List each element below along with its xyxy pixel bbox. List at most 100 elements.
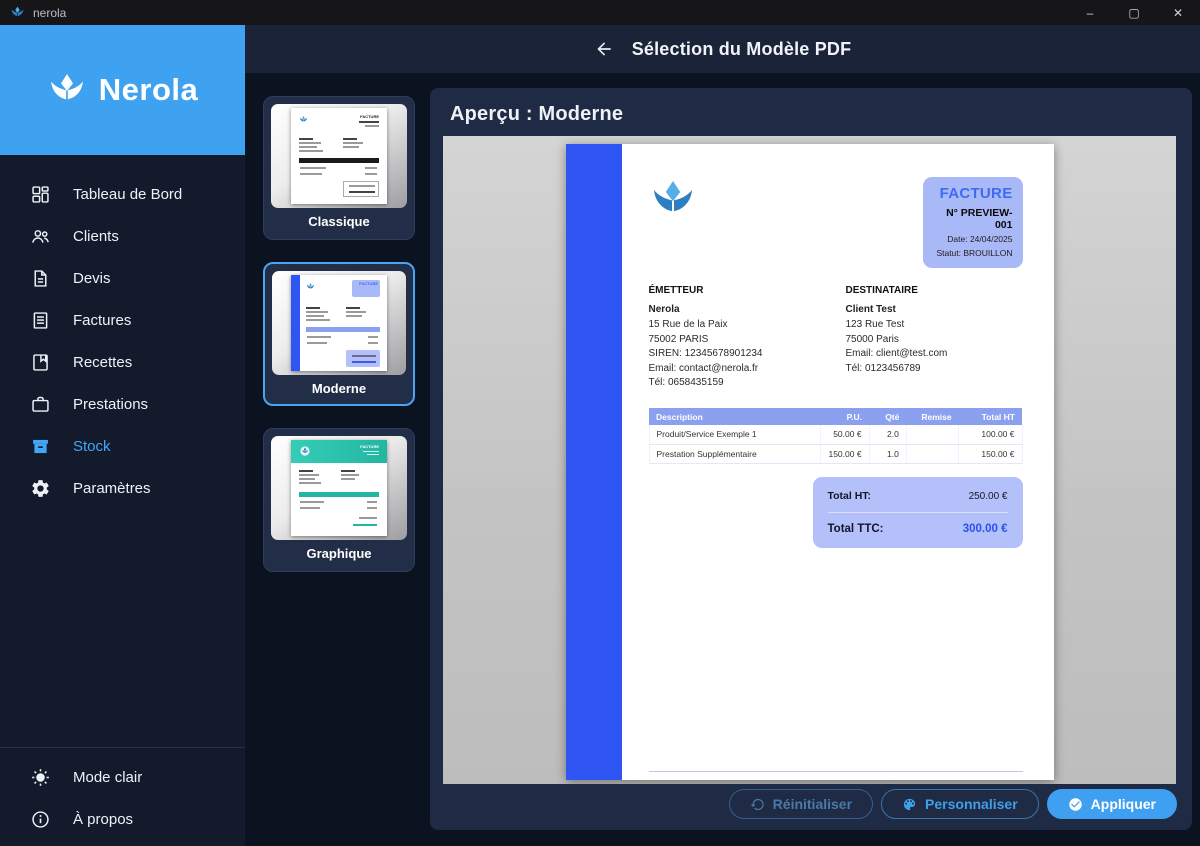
sender-heading: ÉMETTEUR <box>649 285 839 296</box>
template-card-graphique[interactable]: FACTURE Graphique <box>263 428 415 572</box>
info-icon <box>30 809 51 830</box>
action-bar: Réinitialiser Personnaliser Appliquer <box>729 789 1177 819</box>
check-circle-icon <box>1068 797 1083 812</box>
sidebar-item-recettes[interactable]: Recettes <box>0 341 245 383</box>
col-total-ht: Total HT <box>959 408 1022 425</box>
sidebar-item-parametres[interactable]: Paramètres <box>0 467 245 509</box>
light-mode-toggle[interactable]: Mode clair <box>0 756 245 798</box>
sender-line: Email: contact@nerola.fr <box>649 362 839 377</box>
totals-box: Total HT: 250.00 € Total TTC: 300.00 € <box>813 477 1023 548</box>
cell: 1.0 <box>869 444 906 463</box>
receipt-icon <box>30 310 51 331</box>
about-label: À propos <box>73 811 133 828</box>
sun-icon <box>30 767 51 788</box>
customize-label: Personnaliser <box>925 796 1018 812</box>
brand-header: Nerola <box>0 25 245 155</box>
customize-button[interactable]: Personnaliser <box>881 789 1039 819</box>
titlebar: nerola – ▢ ✕ <box>0 0 1200 25</box>
brand-name: Nerola <box>99 72 198 108</box>
preview-panel: Aperçu : Moderne FACTURE N° PREVIEW-001 … <box>430 88 1192 830</box>
sender-line: SIREN: 12345678901234 <box>649 347 839 362</box>
close-button[interactable]: ✕ <box>1156 0 1200 25</box>
recipient-line: Tél: 0123456789 <box>846 362 1036 377</box>
preview-title: Aperçu : Moderne <box>430 88 1192 126</box>
light-mode-label: Mode clair <box>73 769 142 786</box>
sidebar-nav: Tableau de Bord Clients Devis Factures <box>0 155 245 509</box>
template-thumbnail-moderne: FACTURE <box>272 271 406 375</box>
sidebar-item-tableau-de-bord[interactable]: Tableau de Bord <box>0 173 245 215</box>
col-remise: Remise <box>906 408 958 425</box>
total-ht-label: Total HT: <box>828 490 872 502</box>
reset-label: Réinitialiser <box>773 796 852 812</box>
sidebar-item-label: Tableau de Bord <box>73 186 182 203</box>
mini-logo-icon <box>306 282 315 291</box>
sender-line: Tél: 0658435159 <box>649 376 839 391</box>
sidebar-item-devis[interactable]: Devis <box>0 257 245 299</box>
cell: Produit/Service Exemple 1 <box>649 425 821 444</box>
template-thumbnail-graphique: FACTURE <box>271 436 407 540</box>
mini-logo-icon <box>300 446 310 456</box>
total-ttc-label: Total TTC: <box>828 523 884 535</box>
template-card-moderne[interactable]: FACTURE Moderne <box>263 262 415 406</box>
cell: 2.0 <box>869 425 906 444</box>
sidebar-item-label: Prestations <box>73 396 148 413</box>
apply-button[interactable]: Appliquer <box>1047 789 1177 819</box>
palette-icon <box>902 797 917 812</box>
total-ht-row: Total HT: 250.00 € <box>828 490 1008 502</box>
about-item[interactable]: À propos <box>0 798 245 840</box>
sender-name: Nerola <box>649 304 839 315</box>
page-header: Sélection du Modèle PDF <box>245 25 1200 73</box>
recipient-line: 75000 Paris <box>846 333 1036 348</box>
sender-block: ÉMETTEUR Nerola 15 Rue de la Paix 75002 … <box>649 285 839 391</box>
cell <box>906 425 958 444</box>
invoice-footer-rule <box>649 771 1023 772</box>
recipient-line: 123 Rue Test <box>846 318 1036 333</box>
brand-logo-icon <box>47 70 87 110</box>
sidebar-item-label: Clients <box>73 228 119 245</box>
cell: 50.00 € <box>821 425 869 444</box>
col-qte: Qté <box>869 408 906 425</box>
sidebar-item-factures[interactable]: Factures <box>0 299 245 341</box>
pdf-viewer[interactable]: FACTURE N° PREVIEW-001 Date: 24/04/2025 … <box>443 136 1176 784</box>
gear-icon <box>30 478 51 499</box>
apply-label: Appliquer <box>1091 796 1156 812</box>
reset-button[interactable]: Réinitialiser <box>729 789 873 819</box>
sidebar-item-clients[interactable]: Clients <box>0 215 245 257</box>
sidebar-item-label: Devis <box>73 270 111 287</box>
invoice-accent-stripe <box>566 144 622 780</box>
invoice-logo-icon <box>649 176 697 224</box>
dashboard-icon <box>30 184 51 205</box>
col-pu: P.U. <box>821 408 869 425</box>
template-label-classique: Classique <box>271 214 407 229</box>
mini-logo-icon <box>299 115 308 124</box>
sidebar-item-stock[interactable]: Stock <box>0 425 245 467</box>
restore-icon <box>750 797 765 812</box>
sidebar-footer: Mode clair À propos <box>0 747 245 840</box>
recipient-line: Email: client@test.com <box>846 347 1036 362</box>
briefcase-icon <box>30 394 51 415</box>
col-description: Description <box>649 408 821 425</box>
sidebar-item-prestations[interactable]: Prestations <box>0 383 245 425</box>
minimize-button[interactable]: – <box>1068 0 1112 25</box>
template-label-moderne: Moderne <box>272 381 406 396</box>
total-ht-value: 250.00 € <box>969 491 1008 502</box>
template-card-classique[interactable]: FACTURE Classique <box>263 96 415 240</box>
cell: Prestation Supplémentaire <box>649 444 821 463</box>
maximize-button[interactable]: ▢ <box>1112 0 1156 25</box>
clients-icon <box>30 226 51 247</box>
back-arrow-icon[interactable] <box>594 39 614 59</box>
sidebar-item-label: Factures <box>73 312 131 329</box>
invoice-date: Date: 24/04/2025 <box>933 234 1013 245</box>
sidebar-item-label: Paramètres <box>73 480 151 497</box>
app-logo-icon <box>10 5 25 20</box>
window-title: nerola <box>33 6 66 20</box>
total-ttc-value: 300.00 € <box>963 523 1008 535</box>
totals-divider <box>828 512 1008 513</box>
invoice-number: N° PREVIEW-001 <box>933 207 1013 231</box>
invoice-page: FACTURE N° PREVIEW-001 Date: 24/04/2025 … <box>566 144 1054 780</box>
stock-box-icon <box>30 436 51 457</box>
document-icon <box>30 268 51 289</box>
invoice-items-table: Description P.U. Qté Remise Total HT Pro… <box>649 408 1023 464</box>
sidebar-item-label: Stock <box>73 438 111 455</box>
template-thumbnail-classique: FACTURE <box>271 104 407 208</box>
